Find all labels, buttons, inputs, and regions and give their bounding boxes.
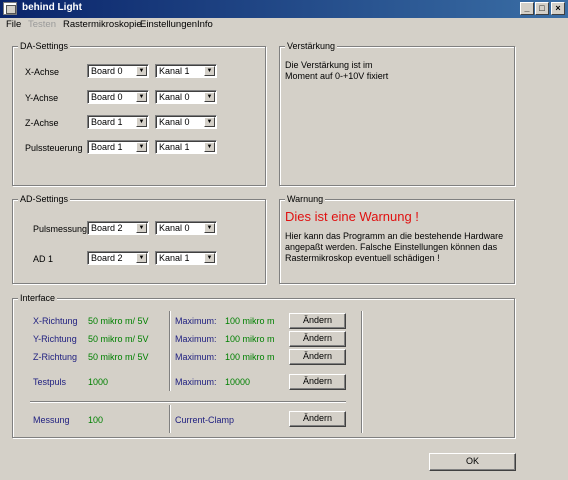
chevron-down-icon[interactable]: ▼ (136, 66, 147, 76)
menu-info[interactable]: Info (197, 19, 213, 30)
menu-einstellungen[interactable]: Einstellungen (140, 19, 197, 30)
pulsmessung-board-select[interactable]: Board 2 ▼ (87, 221, 149, 235)
pulsmessung-label: Pulsmessung (33, 224, 88, 234)
x-maximum-value: 100 mikro m (225, 316, 275, 326)
chevron-down-icon[interactable]: ▼ (204, 66, 215, 76)
chevron-down-icon[interactable]: ▼ (204, 253, 215, 263)
chevron-down-icon[interactable]: ▼ (136, 223, 147, 233)
testpuls-aendern-button[interactable]: Ändern (289, 374, 346, 390)
ok-button[interactable]: OK (429, 453, 516, 471)
pulssteuerung-board-select[interactable]: Board 1 ▼ (87, 140, 149, 154)
ad1-board-select[interactable]: Board 2 ▼ (87, 251, 149, 265)
right-divider (361, 311, 363, 433)
menu-file[interactable]: File (6, 19, 21, 30)
menu-rastermikroskopie[interactable]: Rastermikroskopie (63, 19, 142, 30)
chevron-down-icon[interactable]: ▼ (136, 253, 147, 263)
x-maximum-label: Maximum: (175, 316, 217, 326)
ad-settings-group: AD-Settings Pulsmessung Board 2 ▼ Kanal … (12, 194, 266, 284)
row-divider (30, 401, 346, 403)
y-achse-label: Y-Achse (25, 93, 59, 103)
testpuls-label: Testpuls (33, 377, 67, 387)
x-achse-board-select[interactable]: Board 0 ▼ (87, 64, 149, 78)
verstaerkung-group: Verstärkung Die Verstärkung ist im Momen… (279, 41, 515, 186)
chevron-down-icon[interactable]: ▼ (204, 223, 215, 233)
pulsmessung-kanal-select[interactable]: Kanal 0 ▼ (155, 221, 217, 235)
chevron-down-icon[interactable]: ▼ (204, 117, 215, 127)
y-richtung-aendern-button[interactable]: Ändern (289, 331, 346, 347)
z-richtung-aendern-button[interactable]: Ändern (289, 349, 346, 365)
warnung-group: Warnung Dies ist eine Warnung ! Hier kan… (279, 194, 515, 284)
column-divider (169, 311, 171, 391)
ad1-label: AD 1 (33, 254, 54, 264)
warning-headline: Dies ist eine Warnung ! (285, 209, 419, 224)
y-achse-kanal-select[interactable]: Kanal 0 ▼ (155, 90, 217, 104)
x-achse-kanal-select[interactable]: Kanal 1 ▼ (155, 64, 217, 78)
y-richtung-value: 50 mikro m/ 5V (88, 334, 149, 344)
warnung-title: Warnung (285, 194, 326, 204)
y-maximum-value: 100 mikro m (225, 334, 275, 344)
verstaerkung-title: Verstärkung (285, 41, 338, 51)
verstaerkung-text: Die Verstärkung ist im Moment auf 0-+10V… (285, 60, 389, 81)
testpuls-maximum-label: Maximum: (175, 377, 217, 387)
chevron-down-icon[interactable]: ▼ (204, 142, 215, 152)
x-richtung-value: 50 mikro m/ 5V (88, 316, 149, 326)
window-title: behind Light (22, 2, 82, 13)
minimize-icon[interactable]: _ (520, 2, 534, 15)
messung-aendern-button[interactable]: Ändern (289, 411, 346, 427)
messung-value: 100 (88, 415, 104, 425)
title-bar: behind Light _ □ × (0, 0, 568, 18)
y-maximum-label: Maximum: (175, 334, 217, 344)
z-achse-board-select[interactable]: Board 1 ▼ (87, 115, 149, 129)
ad1-kanal-select[interactable]: Kanal 1 ▼ (155, 251, 217, 265)
x-achse-label: X-Achse (25, 67, 60, 77)
da-settings-title: DA-Settings (18, 41, 71, 51)
z-achse-label: Z-Achse (25, 118, 59, 128)
y-richtung-label: Y-Richtung (33, 334, 77, 344)
z-richtung-value: 50 mikro m/ 5V (88, 352, 149, 362)
app-icon (3, 2, 17, 15)
messung-divider (169, 405, 171, 433)
maximize-icon[interactable]: □ (535, 2, 549, 15)
z-maximum-value: 100 mikro m (225, 352, 275, 362)
chevron-down-icon[interactable]: ▼ (204, 92, 215, 102)
interface-group: Interface X-Richtung 50 mikro m/ 5V Maxi… (12, 293, 515, 438)
x-richtung-aendern-button[interactable]: Ändern (289, 313, 346, 329)
pulssteuerung-label: Pulssteuerung (25, 143, 83, 153)
z-richtung-label: Z-Richtung (33, 352, 78, 362)
interface-title: Interface (18, 293, 58, 303)
messung-label: Messung (33, 415, 70, 425)
chevron-down-icon[interactable]: ▼ (136, 92, 147, 102)
chevron-down-icon[interactable]: ▼ (136, 117, 147, 127)
y-achse-board-select[interactable]: Board 0 ▼ (87, 90, 149, 104)
chevron-down-icon[interactable]: ▼ (136, 142, 147, 152)
x-richtung-label: X-Richtung (33, 316, 78, 326)
z-achse-kanal-select[interactable]: Kanal 0 ▼ (155, 115, 217, 129)
menu-testen[interactable]: Testen (28, 19, 56, 30)
pulssteuerung-kanal-select[interactable]: Kanal 1 ▼ (155, 140, 217, 154)
menu-bar: File Testen Rastermikroskopie Einstellun… (0, 18, 568, 34)
close-icon[interactable]: × (551, 2, 565, 15)
da-settings-group: DA-Settings X-Achse Board 0 ▼ Kanal 1 ▼ … (12, 41, 266, 186)
warning-text: Hier kann das Programm an die bestehende… (285, 231, 504, 263)
testpuls-maximum-value: 10000 (225, 377, 251, 387)
z-maximum-label: Maximum: (175, 352, 217, 362)
testpuls-value: 1000 (88, 377, 109, 387)
current-clamp-label: Current-Clamp (175, 415, 235, 425)
ad-settings-title: AD-Settings (18, 194, 71, 204)
